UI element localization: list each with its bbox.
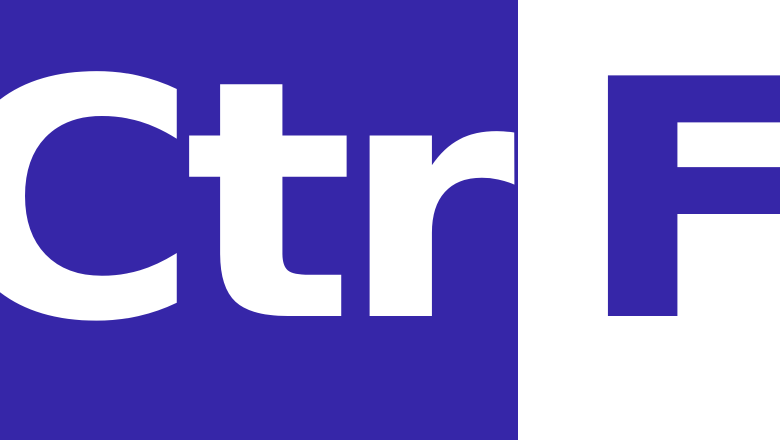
logo-left-panel: Ctrl bbox=[0, 0, 518, 440]
ctrl-f-logo-banner: Ctrl F bbox=[0, 0, 780, 440]
logo-right-panel: F bbox=[518, 0, 780, 440]
logo-ctrl-text: Ctrl bbox=[0, 10, 518, 394]
logo-f-text: F bbox=[574, 37, 780, 367]
